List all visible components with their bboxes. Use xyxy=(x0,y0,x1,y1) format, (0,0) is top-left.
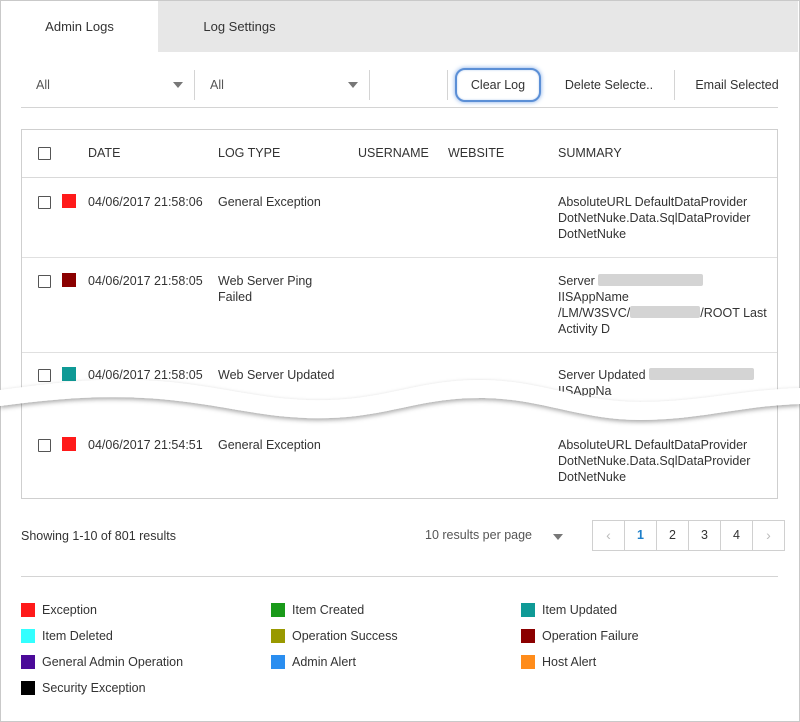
legend-swatch xyxy=(21,655,35,669)
row-checkbox[interactable] xyxy=(38,275,51,288)
page-3-button[interactable]: 3 xyxy=(689,521,721,550)
prev-page-icon[interactable]: ‹ xyxy=(593,521,625,550)
log-type: General Exception xyxy=(218,438,321,452)
table-row[interactable]: 04/06/2017 21:54:51 General Exception Ab… xyxy=(22,423,777,498)
page-4-button[interactable]: 4 xyxy=(721,521,753,550)
redacted-value xyxy=(598,274,704,286)
page-2-button[interactable]: 2 xyxy=(657,521,689,550)
log-type-color-swatch xyxy=(62,194,76,208)
results-count: Showing 1-10 of 801 results xyxy=(21,529,176,543)
pagination: ‹ 1 2 3 4 › xyxy=(592,520,785,551)
website-filter-value: All xyxy=(210,78,224,92)
legend-swatch xyxy=(521,655,535,669)
divider xyxy=(369,70,370,100)
column-header-log-type[interactable]: LOG TYPE xyxy=(218,130,280,177)
chevron-down-icon xyxy=(173,82,183,88)
redacted-value xyxy=(630,306,701,318)
legend-swatch xyxy=(21,603,35,617)
table-row[interactable]: 04/06/2017 21:58:06 General Exception Ab… xyxy=(22,178,777,257)
log-type-filter-value: All xyxy=(36,78,50,92)
log-date: 04/06/2017 21:54:51 xyxy=(88,438,203,452)
divider xyxy=(21,576,778,577)
log-summary: AbsoluteURL DefaultDataProvider DotNetNu… xyxy=(558,438,751,484)
tab-admin-logs[interactable]: Admin Logs xyxy=(1,1,158,52)
chevron-down-icon xyxy=(553,534,563,540)
legend-swatch xyxy=(271,603,285,617)
page-1-button[interactable]: 1 xyxy=(625,521,657,550)
legend-swatch xyxy=(21,681,35,695)
tab-bar: Admin Logs Log Settings xyxy=(1,1,798,52)
row-checkbox[interactable] xyxy=(38,439,51,452)
next-page-icon[interactable]: › xyxy=(753,521,784,550)
legend-swatch xyxy=(271,655,285,669)
log-type-color-swatch xyxy=(62,273,76,287)
column-header-summary[interactable]: SUMMARY xyxy=(558,130,622,177)
torn-page-divider xyxy=(0,379,800,420)
select-all-checkbox[interactable] xyxy=(38,147,51,160)
log-summary: AbsoluteURL DefaultDataProvider DotNetNu… xyxy=(558,195,751,241)
divider xyxy=(447,70,448,100)
results-per-page-dropdown[interactable]: 10 results per page xyxy=(425,528,565,542)
admin-log-table: DATE LOG TYPE USERNAME WEBSITE SUMMARY 0… xyxy=(21,129,778,499)
log-date: 04/06/2017 21:58:06 xyxy=(88,195,203,209)
delete-selected-button[interactable]: Delete Selecte.. xyxy=(555,70,663,100)
log-type-color-swatch xyxy=(62,437,76,451)
tab-log-settings[interactable]: Log Settings xyxy=(158,1,321,52)
divider xyxy=(21,107,778,108)
legend-swatch xyxy=(21,629,35,643)
log-type: General Exception xyxy=(218,195,321,209)
row-checkbox[interactable] xyxy=(38,196,51,209)
column-header-username[interactable]: USERNAME xyxy=(358,130,429,177)
log-type-filter-dropdown[interactable]: All xyxy=(21,70,193,100)
log-summary: Server IISAppName /LM/W3SVC//ROOT Last A… xyxy=(558,274,767,336)
log-type: Web Server Ping Failed xyxy=(218,274,313,304)
chevron-down-icon xyxy=(348,82,358,88)
divider xyxy=(674,70,675,100)
table-row[interactable]: 04/06/2017 21:58:05 Web Server Ping Fail… xyxy=(22,258,777,352)
legend-swatch xyxy=(521,603,535,617)
column-header-date[interactable]: DATE xyxy=(88,130,120,177)
email-selected-button[interactable]: Email Selected xyxy=(686,70,788,100)
website-filter-dropdown[interactable]: All xyxy=(194,70,368,100)
clear-log-button[interactable]: Clear Log xyxy=(455,68,541,102)
legend-swatch xyxy=(271,629,285,643)
column-header-website[interactable]: WEBSITE xyxy=(448,130,504,177)
log-date: 04/06/2017 21:58:05 xyxy=(88,274,203,288)
legend-swatch xyxy=(521,629,535,643)
